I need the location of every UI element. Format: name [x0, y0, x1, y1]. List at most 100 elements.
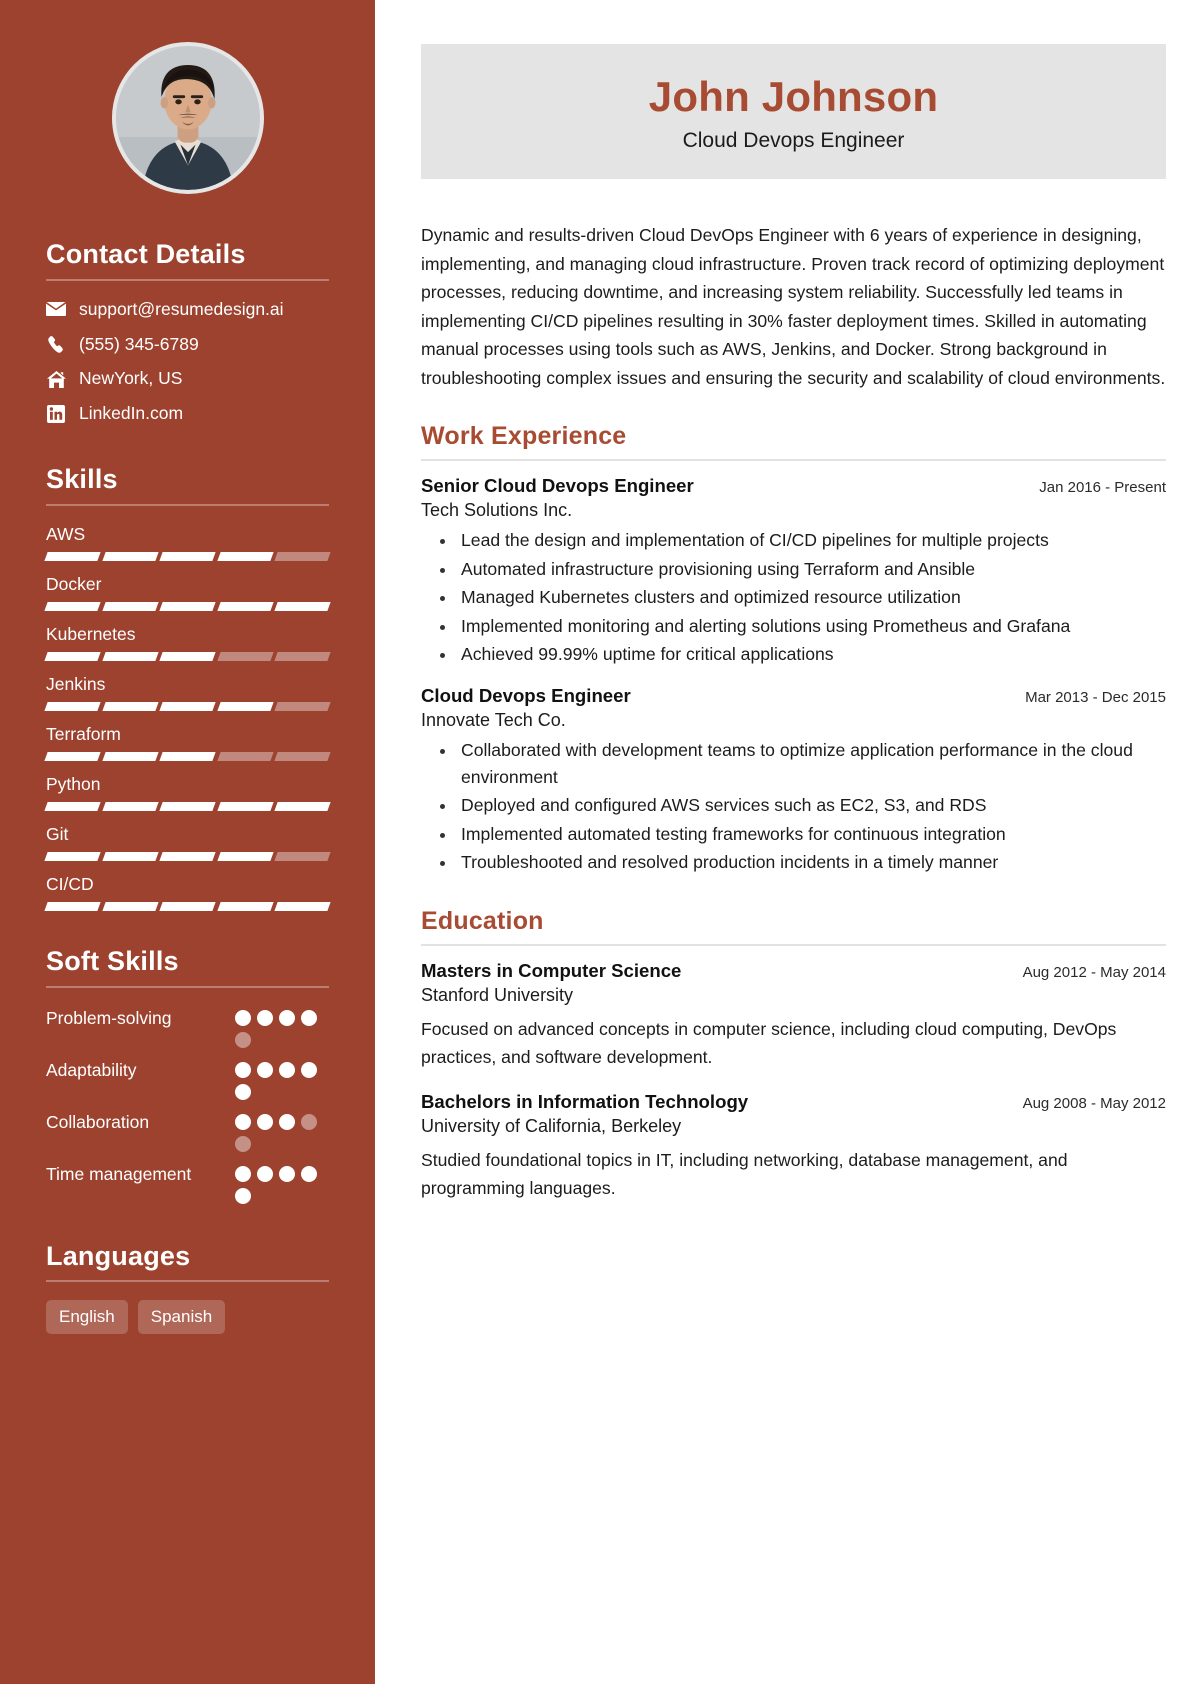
skill-level-segment [101, 751, 158, 761]
rating-dot [279, 1061, 295, 1078]
skill-item: Terraform [44, 723, 331, 761]
rating-dot [257, 1113, 273, 1130]
list-item: Managed Kubernetes clusters and optimize… [457, 584, 1166, 611]
contact-linkedin[interactable]: LinkedIn.com [46, 403, 329, 425]
soft-skill-name: Adaptability [46, 1059, 137, 1080]
skill-item: Git [44, 823, 331, 861]
skill-level-bar [44, 601, 331, 611]
name-card: John Johnson Cloud Devops Engineer [421, 44, 1166, 180]
contact-email[interactable]: support@resumedesign.ai [46, 299, 329, 321]
education-item-degree: Masters in Computer Science [421, 959, 682, 981]
skill-item: Kubernetes [44, 624, 331, 661]
rating-dot [235, 1165, 251, 1182]
education-item-description: Studied foundational topics in IT, inclu… [421, 1150, 1068, 1199]
soft-skills-section: Soft Skills Problem-solving Adaptability C… [46, 945, 329, 1204]
work-item-company: Innovate Tech Co. [421, 709, 566, 730]
skill-level-segment [217, 651, 274, 661]
rating-dot [257, 1165, 273, 1182]
rating-dot [279, 1165, 295, 1182]
soft-skills-list: Problem-solving Adaptability Collaboration… [46, 1006, 329, 1204]
skills-heading: Skills [46, 464, 118, 495]
work-item-title: Senior Cloud Devops Engineer [421, 475, 694, 497]
education-list: Masters in Computer Science Aug 2012 - Ma… [421, 960, 1166, 1203]
skill-level-segment [274, 601, 331, 611]
contact-linkedin-value: LinkedIn.com [79, 403, 184, 424]
soft-skill-name: Collaboration [46, 1111, 150, 1132]
skill-level-segment [159, 651, 216, 661]
education-item-date: Aug 2008 - May 2012 [1022, 1095, 1166, 1113]
divider [46, 985, 329, 988]
skill-name: Jenkins [46, 673, 106, 694]
contact-phone[interactable]: (555) 345-6789 [46, 334, 329, 356]
job-role: Cloud Devops Engineer [682, 129, 905, 153]
education-section: Education Masters in Computer Science Aug… [421, 907, 1166, 1203]
rating-dot [279, 1113, 295, 1130]
skill-level-segment [101, 701, 158, 711]
skill-level-segment [274, 651, 331, 661]
envelope-icon [46, 302, 66, 317]
profile-photo-icon [115, 46, 260, 190]
skill-level-segment [44, 751, 101, 761]
language-pill: English [46, 1300, 128, 1335]
rating-dot [301, 1165, 317, 1182]
work-experience-section: Work Experience Senior Cloud Devops Engi… [421, 422, 1166, 876]
skill-name: Docker [46, 573, 102, 594]
skill-level-segment [101, 801, 158, 811]
language-pill: Spanish [137, 1300, 226, 1335]
skill-name: CI/CD [46, 873, 94, 894]
skill-name: Git [46, 823, 69, 844]
work-experience-heading: Work Experience [421, 422, 627, 451]
skills-list: AWS Docker Kubernetes Jenkins Terraform Pytho… [44, 523, 331, 911]
skill-level-segment [101, 551, 158, 561]
work-item-company: Tech Solutions Inc. [421, 500, 573, 521]
skill-level-bar [44, 701, 331, 711]
work-item-date: Jan 2016 - Present [1039, 479, 1166, 497]
skill-level-segment [274, 701, 331, 711]
education-item-degree: Bachelors in Information Technology [421, 1091, 749, 1113]
rating-dot [301, 1009, 317, 1026]
skill-name: Python [46, 773, 101, 794]
education-item-description: Focused on advanced concepts in computer… [421, 1018, 1117, 1067]
list-item: Deployed and configured AWS services suc… [457, 792, 1166, 819]
soft-skills-heading: Soft Skills [46, 945, 179, 976]
soft-skill-item: Adaptability [46, 1058, 329, 1100]
soft-skill-name: Time management [46, 1163, 192, 1184]
skill-level-bar [44, 901, 331, 911]
soft-skill-rating [235, 1006, 329, 1048]
contact-section: Contact Details support@resumedesign.ai … [46, 239, 329, 425]
rating-dot [235, 1135, 251, 1152]
skill-level-segment [101, 651, 158, 661]
avatar-wrap [46, 42, 329, 194]
skill-name: Terraform [46, 723, 121, 744]
soft-skill-item: Problem-solving [46, 1006, 329, 1048]
rating-dot [257, 1009, 273, 1026]
rating-dot [235, 1061, 251, 1078]
divider [421, 459, 1166, 462]
rating-dot [301, 1113, 317, 1130]
skill-level-segment [159, 701, 216, 711]
skill-level-segment [101, 851, 158, 861]
skill-level-segment [44, 651, 101, 661]
education-item-school: Stanford University [421, 984, 574, 1005]
home-icon [46, 370, 66, 388]
skill-name: AWS [46, 523, 86, 544]
skill-level-segment [159, 901, 216, 911]
main-content: John Johnson Cloud Devops Engineer Dynam… [375, 0, 1200, 1684]
contact-phone-value: (555) 345-6789 [79, 333, 199, 354]
list-item: Implemented automated testing frameworks… [457, 821, 1166, 848]
work-item-header: Senior Cloud Devops Engineer Jan 2016 - P… [421, 475, 1166, 497]
skill-item: Docker [44, 573, 331, 611]
body-wrap: Dynamic and results-driven Cloud DevOps … [375, 221, 1200, 1203]
contact-location-value: NewYork, US [79, 368, 183, 389]
skill-level-segment [101, 901, 158, 911]
skill-level-bar [44, 801, 331, 811]
linkedin-icon [46, 405, 66, 424]
skill-level-segment [159, 801, 216, 811]
skill-level-segment [159, 551, 216, 561]
rating-dot [301, 1061, 317, 1078]
contact-location[interactable]: NewYork, US [46, 368, 329, 390]
rating-dot [279, 1009, 295, 1026]
soft-skill-rating [235, 1162, 329, 1204]
list-item: Troubleshooted and resolved production i… [457, 849, 1166, 876]
work-item-header: Cloud Devops Engineer Mar 2013 - Dec 2015 [421, 685, 1166, 707]
